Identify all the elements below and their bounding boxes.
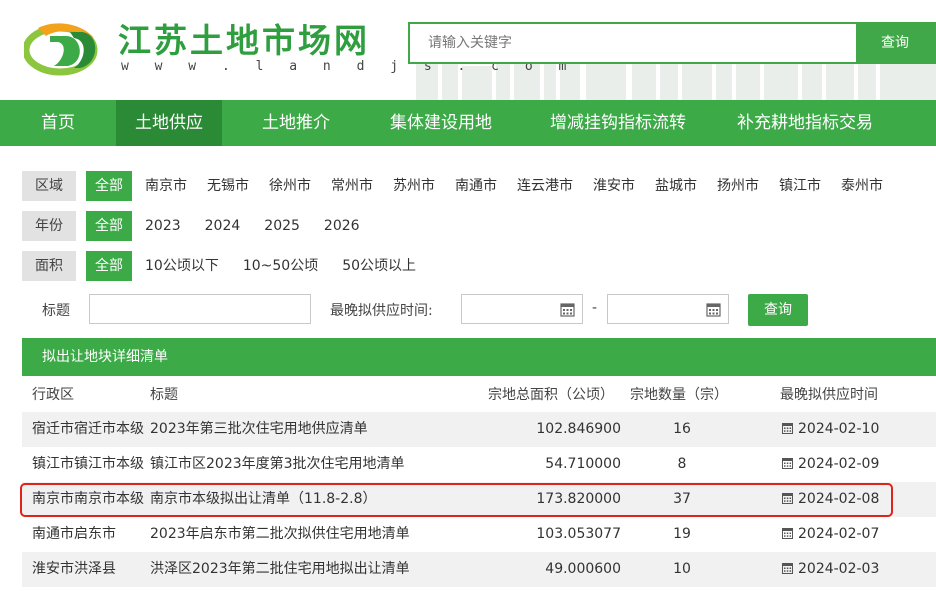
date-range-separator: -: [592, 300, 598, 316]
region-chip[interactable]: 连云港市: [510, 171, 580, 201]
row-area: 173.820000: [536, 491, 621, 507]
row-area: 54.710000: [545, 456, 621, 472]
list-section-heading: 拟出让地块详细清单: [22, 338, 936, 376]
column-header-area: 宗地总面积（公顷）: [488, 387, 614, 403]
row-title-link[interactable]: 2023年第三批次住宅用地供应清单: [150, 412, 368, 447]
row-date: 2024-02-10: [798, 421, 880, 437]
region-chip[interactable]: 苏州市: [386, 171, 442, 201]
area-all-chip[interactable]: 全部: [86, 251, 132, 281]
nav-quota-transfer[interactable]: 增减挂钩指标流转: [512, 100, 724, 146]
row-count: 10: [673, 561, 691, 577]
calendar-icon[interactable]: [560, 302, 575, 317]
area-filter-label: 面积: [22, 251, 76, 281]
row-count: 16: [673, 421, 691, 437]
row-title-link[interactable]: 镇江市区2023年度第3批次住宅用地清单: [150, 447, 405, 482]
row-date-cell: 2024-02-09: [782, 447, 879, 482]
column-header-title: 标题: [150, 387, 178, 403]
row-region: 南通市启东市: [32, 526, 116, 542]
start-date-field[interactable]: [461, 294, 583, 324]
nav-home[interactable]: 首页: [0, 100, 116, 146]
year-chip[interactable]: 2023: [138, 211, 188, 241]
end-date-field[interactable]: [607, 294, 729, 324]
search-button[interactable]: 查询: [856, 24, 934, 62]
region-chip[interactable]: 淮安市: [586, 171, 642, 201]
search-bar: 查询: [408, 22, 936, 64]
date-field-label: 最晚拟供应时间:: [330, 303, 433, 319]
row-title-link[interactable]: 洪泽区2023年第二批住宅用地拟出让清单: [150, 552, 410, 587]
year-chip[interactable]: 2025: [257, 211, 307, 241]
calendar-icon: [782, 493, 793, 504]
row-date: 2024-02-07: [798, 526, 880, 542]
area-chip[interactable]: 10公顷以下: [138, 251, 226, 281]
year-all-chip[interactable]: 全部: [86, 211, 132, 241]
site-header: 江苏土地市场网 w w w . l a n d j s . c o m 查询: [0, 0, 936, 100]
region-chip[interactable]: 徐州市: [262, 171, 318, 201]
region-chip[interactable]: 南通市: [448, 171, 504, 201]
region-chip[interactable]: 无锡市: [200, 171, 256, 201]
nav-farmland-quota-trade[interactable]: 补充耕地指标交易: [724, 100, 886, 146]
landjs-logo-icon: [24, 23, 98, 76]
table-row[interactable]: 淮安市洪泽县 洪泽区2023年第二批住宅用地拟出让清单 49.000600 10…: [22, 552, 936, 587]
row-date-cell: 2024-02-10: [782, 412, 879, 447]
row-count: 37: [673, 491, 691, 507]
region-filter-label: 区域: [22, 171, 76, 201]
row-title-link[interactable]: 南京市本级拟出让清单（11.8-2.8）: [150, 482, 377, 517]
column-header-date: 最晚拟供应时间: [780, 387, 878, 403]
row-date: 2024-02-08: [798, 491, 880, 507]
calendar-icon: [782, 563, 793, 574]
region-chip[interactable]: 扬州市: [710, 171, 766, 201]
search-input[interactable]: [410, 24, 856, 62]
title-field-label: 标题: [42, 303, 70, 319]
calendar-icon: [782, 423, 793, 434]
row-date: 2024-02-03: [798, 561, 880, 577]
region-chip[interactable]: 常州市: [324, 171, 380, 201]
region-chip[interactable]: 南京市: [138, 171, 194, 201]
area-chip[interactable]: 10~50公顷: [236, 251, 325, 281]
title-field[interactable]: [89, 294, 311, 324]
row-region: 南京市南京市本级: [32, 491, 144, 507]
row-date-cell: 2024-02-03: [782, 552, 879, 587]
table-row[interactable]: 镇江市镇江市本级 镇江市区2023年度第3批次住宅用地清单 54.710000 …: [22, 447, 936, 482]
row-area: 49.000600: [545, 561, 621, 577]
region-chip[interactable]: 盐城市: [648, 171, 704, 201]
calendar-icon: [782, 458, 793, 469]
row-count: 19: [673, 526, 691, 542]
site-logo-title[interactable]: 江苏土地市场网: [118, 14, 370, 62]
row-region: 宿迁市宿迁市本级: [32, 421, 144, 437]
list-search-form: 标题 最晚拟供应时间: - 查询: [22, 292, 936, 326]
year-filter: 年份 全部 2023 2024 2025 2026: [22, 211, 373, 241]
nav-land-supply[interactable]: 土地供应: [116, 100, 222, 146]
calendar-icon[interactable]: [706, 302, 721, 317]
column-header-count: 宗地数量（宗）: [630, 387, 728, 403]
table-row[interactable]: 南通市启东市 2023年启东市第二批次拟供住宅用地清单 103.053077 1…: [22, 517, 936, 552]
region-chip[interactable]: 泰州市: [834, 171, 890, 201]
row-area: 103.053077: [536, 526, 621, 542]
area-chip[interactable]: 50公顷以上: [335, 251, 423, 281]
table-row-highlighted[interactable]: 南京市南京市本级 南京市本级拟出让清单（11.8-2.8） 173.820000…: [22, 482, 936, 517]
region-all-chip[interactable]: 全部: [86, 171, 132, 201]
row-area: 102.846900: [536, 421, 621, 437]
row-region: 淮安市洪泽县: [32, 561, 116, 577]
nav-collective-land[interactable]: 集体建设用地: [370, 100, 512, 146]
row-count: 8: [677, 456, 687, 472]
main-nav: 首页 土地供应 土地推介 集体建设用地 增减挂钩指标流转 补充耕地指标交易: [0, 100, 936, 146]
column-header-region: 行政区: [32, 387, 74, 403]
row-date-cell: 2024-02-07: [782, 517, 879, 552]
region-chip[interactable]: 镇江市: [772, 171, 828, 201]
row-date: 2024-02-09: [798, 456, 880, 472]
list-query-button[interactable]: 查询: [748, 294, 808, 326]
year-chip[interactable]: 2024: [198, 211, 248, 241]
table-header-row: 行政区 标题 宗地总面积（公顷） 宗地数量（宗） 最晚拟供应时间: [22, 378, 936, 412]
calendar-icon: [782, 528, 793, 539]
row-region: 镇江市镇江市本级: [32, 456, 144, 472]
year-chip[interactable]: 2026: [317, 211, 367, 241]
row-date-cell: 2024-02-08: [782, 482, 879, 517]
region-filter: 区域 全部 南京市 无锡市 徐州市 常州市 苏州市 南通市 连云港市 淮安市 盐…: [22, 171, 896, 201]
row-title-link[interactable]: 2023年启东市第二批次拟供住宅用地清单: [150, 517, 410, 552]
table-row[interactable]: 宿迁市宿迁市本级 2023年第三批次住宅用地供应清单 102.846900 16…: [22, 412, 936, 447]
year-filter-label: 年份: [22, 211, 76, 241]
area-filter: 面积 全部 10公顷以下 10~50公顷 50公顷以上: [22, 251, 429, 281]
nav-land-promotion[interactable]: 土地推介: [222, 100, 370, 146]
land-list-table: 行政区 标题 宗地总面积（公顷） 宗地数量（宗） 最晚拟供应时间 宿迁市宿迁市本…: [22, 378, 936, 587]
